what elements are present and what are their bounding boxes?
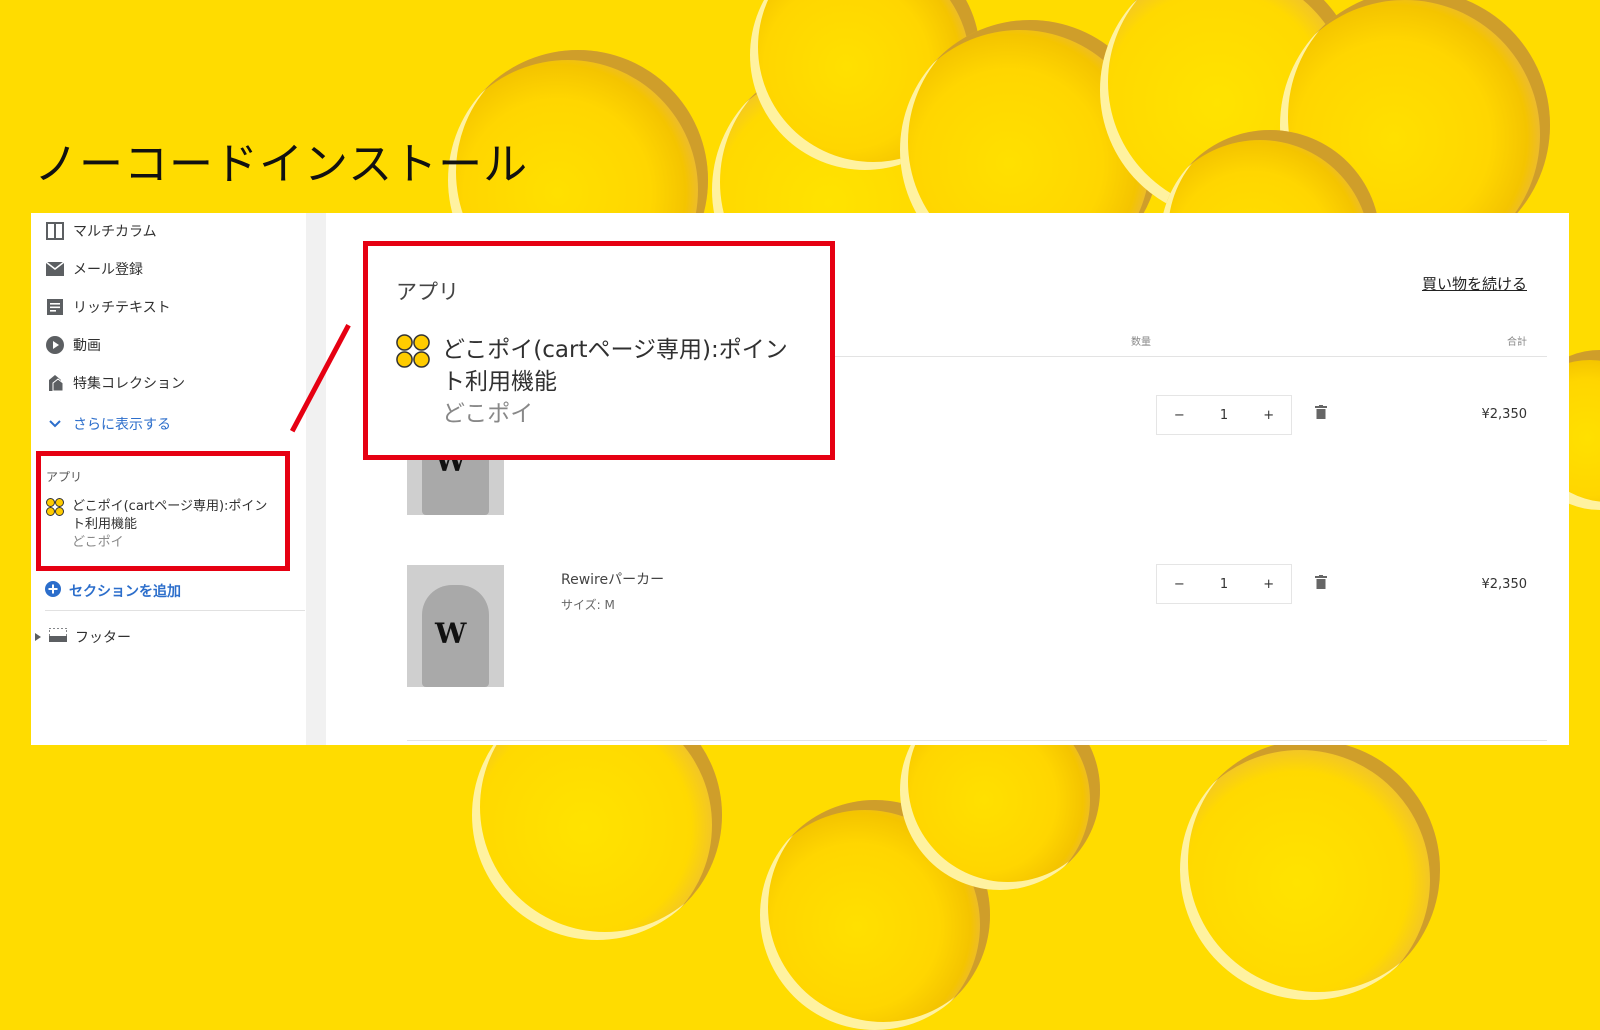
sidebar-item-email-signup[interactable]: メール登録 [45, 256, 143, 282]
sidebar-item-label: 特集コレクション [73, 376, 185, 392]
quantity-column-header: 数量 [1131, 337, 1151, 348]
slide-title: ノーコードインストール [34, 139, 529, 190]
coin-decoration [1180, 740, 1440, 1000]
trash-icon[interactable] [1315, 575, 1327, 593]
zoom-callout: アプリ どこポイ(cartページ専用):ポイン ト利用機能 どこポイ [363, 241, 835, 460]
sidebar-item-footer[interactable]: フッター [35, 627, 131, 647]
sidebar-item-label: 動画 [73, 338, 101, 354]
trash-icon[interactable] [1315, 405, 1327, 423]
product-name[interactable]: Rewireパーカー [561, 569, 664, 589]
zoom-app-name-line2: ト利用機能 [442, 369, 557, 395]
highlight-box-app-block [36, 451, 290, 571]
quantity-stepper[interactable]: − 1 + [1156, 395, 1292, 435]
decrease-button[interactable]: − [1164, 577, 1194, 592]
total-column-header: 合計 [1507, 337, 1527, 348]
increase-button[interactable]: + [1254, 408, 1284, 423]
sidebar-item-multicolumn[interactable]: マルチカラム [45, 218, 157, 244]
mail-icon [45, 259, 65, 279]
zoom-app-vendor: どこポイ [442, 401, 534, 427]
zoom-apps-label: アプリ [396, 280, 459, 304]
continue-shopping-link[interactable]: 買い物を続ける [1422, 273, 1527, 294]
show-more-label: さらに表示する [73, 417, 171, 433]
product-image[interactable]: W [407, 565, 504, 687]
sidebar-item-label: リッチテキスト [73, 300, 171, 316]
add-section-button[interactable]: セクションを追加 [45, 581, 181, 601]
sidebar-item-rich-text[interactable]: リッチテキスト [45, 294, 171, 320]
show-more-button[interactable]: さらに表示する [45, 411, 171, 437]
product-logo: W [435, 617, 467, 650]
add-section-label: セクションを追加 [69, 584, 181, 600]
sidebar-scrollbar-track [306, 213, 326, 745]
item-price: ¥2,350 [1481, 577, 1528, 592]
quantity-value[interactable]: 1 [1209, 577, 1239, 592]
play-icon [45, 335, 65, 355]
quantity-stepper[interactable]: − 1 + [1156, 564, 1292, 604]
quantity-value[interactable]: 1 [1209, 408, 1239, 423]
caret-right-icon [35, 629, 41, 645]
product-size: サイズ: M [561, 598, 615, 612]
increase-button[interactable]: + [1254, 577, 1284, 592]
chevron-down-icon [45, 414, 65, 434]
footer-label: フッター [75, 630, 131, 646]
zoom-app-name-line1: どこポイ(cartページ専用):ポイン [442, 337, 788, 363]
sidebar-item-video[interactable]: 動画 [45, 332, 101, 358]
footer-icon [48, 627, 68, 646]
zoom-app-block: どこポイ(cartページ専用):ポイン ト利用機能 どこポイ [396, 334, 788, 430]
sidebar-item-label: メール登録 [73, 262, 143, 278]
sidebar-item-featured-collection[interactable]: 特集コレクション [45, 370, 185, 396]
sidebar-divider [45, 610, 305, 611]
item-price: ¥2,350 [1481, 407, 1528, 422]
columns-icon [45, 221, 65, 241]
sidebar-item-label: マルチカラム [73, 224, 157, 240]
dokopoi-app-icon [396, 334, 430, 430]
text-block-icon [45, 297, 65, 317]
cart-bottom-divider [407, 740, 1547, 741]
collection-icon [45, 373, 65, 393]
plus-circle-icon [45, 581, 61, 601]
decrease-button[interactable]: − [1164, 408, 1194, 423]
